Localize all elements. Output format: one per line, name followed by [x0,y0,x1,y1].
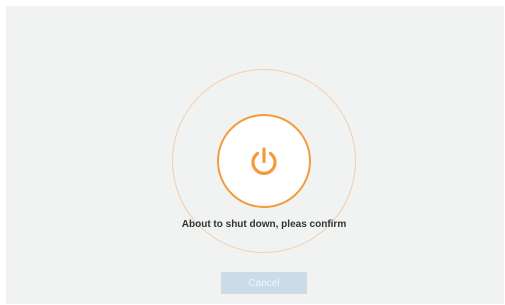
cancel-button[interactable]: Cancel [221,272,307,294]
confirm-message: About to shut down, pleas confirm [181,219,347,230]
power-icon [245,142,283,180]
power-button[interactable] [217,114,311,208]
shutdown-confirm-panel: About to shut down, pleas confirm Cancel [6,6,504,304]
